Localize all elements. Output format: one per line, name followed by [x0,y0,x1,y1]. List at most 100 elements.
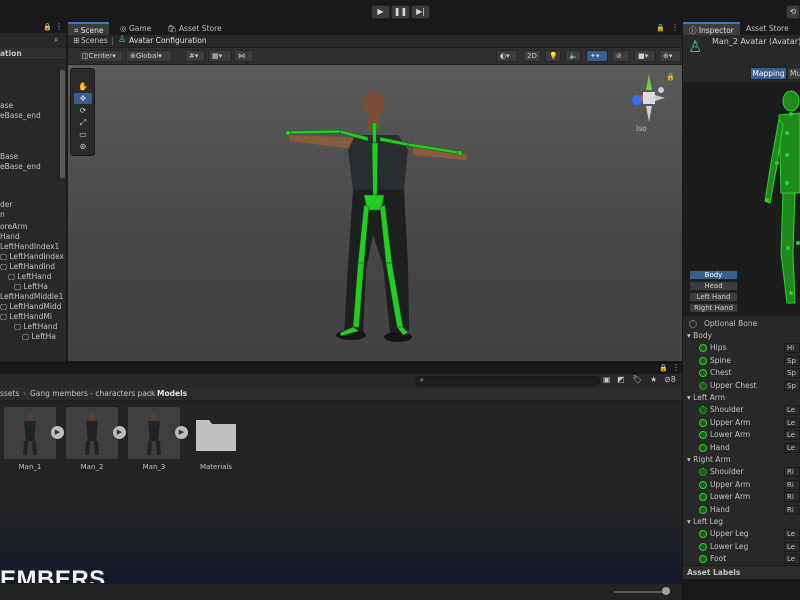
rotate-tool-icon[interactable]: ⟳ [74,105,92,116]
hierarchy-item[interactable]: Base [0,152,18,162]
asset-thumb-man-2[interactable] [66,407,118,459]
effects-icon[interactable]: ✦▾ [586,50,608,62]
body-part-head-button[interactable]: Head [689,281,738,291]
bone-transform-field[interactable]: Ri [784,504,800,515]
bone-group-header[interactable]: ▾ Body [683,330,800,342]
audio-icon[interactable]: 🔈 [565,50,581,62]
bone-transform-field[interactable]: Sp [784,355,800,366]
expand-icon[interactable]: ▶ [113,426,126,439]
asset-labels-section[interactable]: Asset Labels [683,565,800,579]
bone-row[interactable]: Lower Arm Ri [683,491,800,503]
bone-transform-field[interactable]: Ri [784,479,800,490]
breadcrumb-assets[interactable]: ssets [0,389,19,398]
body-part-left-hand-button[interactable]: Left Hand [689,292,738,302]
tab-game[interactable]: ◎ Game [114,22,157,35]
hierarchy-item[interactable]: eBase_end [0,111,41,121]
folder-icon[interactable] [195,416,237,452]
bone-row[interactable]: Upper Arm Le [683,417,800,429]
breadcrumb-scenes[interactable]: Scenes [81,36,108,45]
tab-asset-store-upload[interactable]: Asset Store Uplo [740,22,800,46]
hierarchy-scrollbar[interactable] [60,70,65,178]
transform-tool-icon[interactable]: ⊛ [74,141,92,152]
bone-row[interactable]: Hips Hi [683,342,800,354]
hierarchy-root[interactable]: ation [0,49,22,59]
rect-tool-icon[interactable]: ▭ [74,129,92,140]
tab-scene[interactable]: ⌗ Scene [68,22,110,35]
lock-icon[interactable]: 🔒 [656,24,665,32]
lighting-icon[interactable]: 💡 [545,50,561,62]
bone-transform-field[interactable]: Sp [784,368,800,378]
asset-thumb-man-3[interactable] [128,407,180,459]
lock-icon[interactable]: 🔒 [43,23,52,31]
grid-icon[interactable]: ▦▾ [208,50,232,62]
bone-row[interactable]: Upper Arm Ri [683,479,800,491]
hierarchy-item[interactable]: ▢ LeftHand [14,322,57,332]
tab-asset-store[interactable]: 🛍 Asset Store [161,22,228,35]
bone-transform-field[interactable]: Ri [784,492,800,502]
bone-transform-field[interactable]: Ri [784,467,800,477]
bone-row[interactable]: Shoulder Ri [683,466,800,478]
bone-transform-field[interactable]: Le [784,554,800,564]
bone-transform-field[interactable]: Le [784,430,800,440]
tag-icon[interactable]: 🏷 [632,375,642,384]
increment-snap-icon[interactable]: ⋈ [234,50,254,62]
breadcrumb-models[interactable]: Models [157,389,187,398]
scale-tool-icon[interactable]: ⤢ [74,117,92,128]
bone-transform-field[interactable]: Le [784,529,800,539]
slider-handle[interactable] [662,587,670,595]
bone-transform-field[interactable]: Sp [784,380,800,391]
project-search-input[interactable]: ⌕ [415,376,600,386]
hierarchy-item[interactable]: ▢ LeftHandMi [0,312,52,322]
bone-group-header[interactable]: ▾ Left Arm [683,392,800,404]
space-dropdown[interactable]: ⊕Global▾ [126,50,172,62]
bone-row[interactable]: Upper Chest Sp [683,380,800,392]
bone-row[interactable]: Lower Arm Le [683,429,800,441]
pause-icon[interactable]: ❚❚ [391,5,410,19]
bone-row[interactable]: Shoulder Le [683,404,800,416]
draw-mode-icon[interactable]: ◐▾ [496,50,518,62]
history-icon[interactable]: ⟲ [786,5,800,19]
hierarchy-item[interactable]: ▢ LeftHandMidd [0,302,61,312]
breadcrumb-avatar-configuration[interactable]: Avatar Configuration [129,36,207,45]
more-icon[interactable]: ⋮ [671,23,679,32]
bone-transform-field[interactable]: Le [784,541,800,552]
hierarchy-item[interactable]: ▢ LeftHandIndex [0,252,64,262]
pivot-dropdown[interactable]: ◫Center▾ [78,50,123,62]
bone-transform-field[interactable]: Le [784,442,800,453]
hidden-objects-icon[interactable]: ⊘ [612,50,630,62]
more-icon[interactable]: ⋮ [55,22,63,31]
bone-transform-field[interactable]: Hi [784,343,800,353]
camera-icon[interactable]: ■▾ [634,50,656,62]
gizmos-icon[interactable]: ⊕▾ [659,50,681,62]
hierarchy-item[interactable]: ▢ LeftHa [14,282,48,292]
bone-row[interactable]: Hand Ri [683,504,800,516]
tab-mapping[interactable]: Mapping [750,67,787,80]
tab-inspector[interactable]: ⓘ Inspector [683,22,740,35]
bone-transform-field[interactable]: Le [784,417,800,428]
lock-icon[interactable]: 🔒 [659,364,668,372]
body-part-body-button[interactable]: Body [689,270,738,280]
bone-row[interactable]: Upper Leg Le [683,528,800,540]
hierarchy-item[interactable]: eBase_end [0,162,41,172]
hierarchy-item[interactable]: oreArm [0,222,28,232]
expand-icon[interactable]: ▶ [175,426,188,439]
body-part-right-hand-button[interactable]: Right Hand [689,303,738,313]
hierarchy-item[interactable]: ▢ LeftHandInd [0,262,55,272]
lock-icon[interactable]: 🔒 [666,73,675,81]
bone-row[interactable]: Foot Le [683,553,800,565]
grid-snap-icon[interactable]: #▾ [185,50,205,62]
projection-label[interactable]: Iso [636,124,647,133]
toggle-2d-button[interactable]: 2D [523,50,541,62]
expand-icon[interactable]: ▶ [51,426,64,439]
step-icon[interactable]: ▶| [411,5,430,19]
tab-muscles[interactable]: Mu [787,67,800,80]
hidden-packages-icon[interactable]: ⊘8 [664,375,676,384]
scene-viewport[interactable]: 🔒 Iso [68,65,682,361]
hierarchy-item[interactable]: der [0,200,12,210]
bone-group-header[interactable]: ▾ Left Leg [683,516,800,528]
hierarchy-item[interactable]: n [0,210,5,220]
hierarchy-item[interactable]: ase [0,101,13,111]
bone-row[interactable]: Spine Sp [683,355,800,367]
hand-tool-icon[interactable]: ✋ [74,81,92,92]
asset-thumb-man-1[interactable] [4,407,56,459]
